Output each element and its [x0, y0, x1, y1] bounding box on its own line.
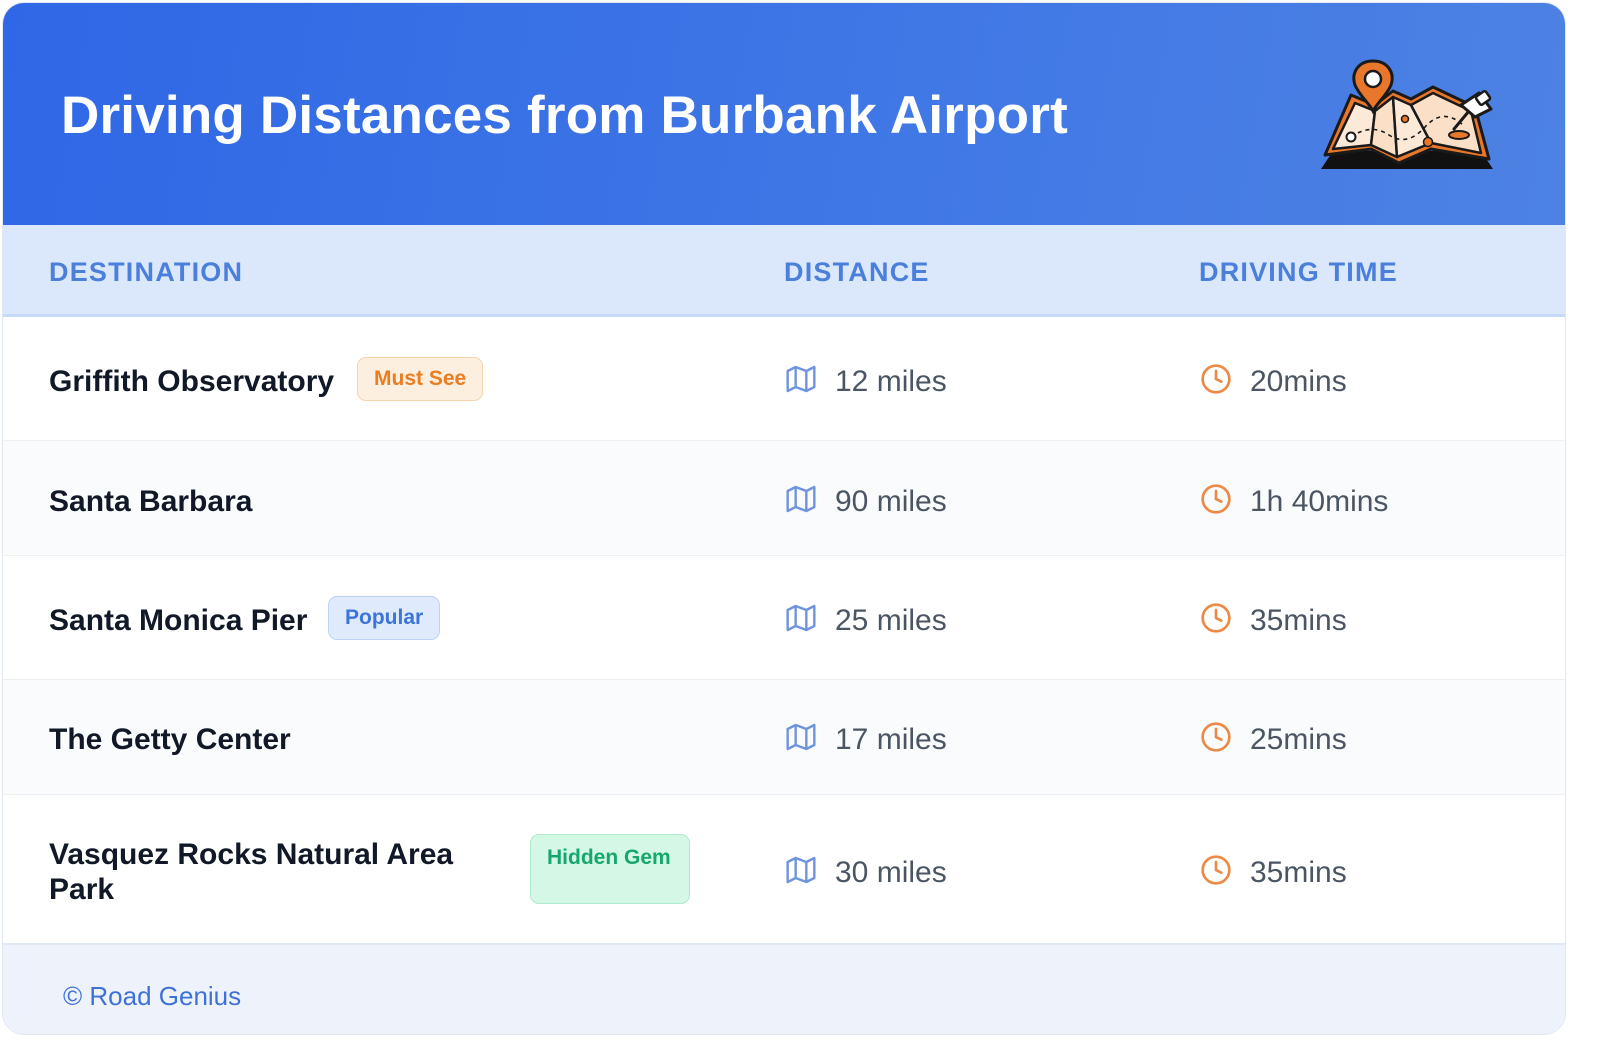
destination-name: Griffith Observatory — [49, 365, 335, 398]
clock-icon — [1201, 722, 1231, 752]
column-header-distance: DISTANCE — [784, 257, 930, 287]
destination-name: Vasquez Rocks Natural Area Park — [49, 838, 454, 906]
clock-icon — [1201, 855, 1231, 885]
table-row: Santa Monica Pier Popular 25 miles 35min… — [3, 556, 1565, 680]
driving-time-value: 1h 40mins — [1250, 485, 1389, 518]
map-icon — [786, 604, 816, 632]
distance-card: Driving Distances from Burbank Airport D… — [2, 2, 1566, 1035]
must-see-badge: Must See — [357, 357, 484, 401]
distance-value: 25 miles — [835, 604, 947, 637]
driving-time-value: 35mins — [1250, 856, 1347, 889]
footer-credit: © Road Genius — [63, 981, 242, 1011]
table-row: Santa Barbara 90 miles 1h 40mins — [3, 441, 1565, 556]
destination-name: Santa Barbara — [49, 485, 253, 518]
table-row: The Getty Center 17 miles 25mins — [3, 680, 1565, 795]
column-header-destination: DESTINATION — [49, 257, 244, 287]
distance-value: 90 miles — [835, 485, 947, 518]
distance-value: 17 miles — [835, 723, 947, 756]
distance-value: 30 miles — [835, 856, 947, 889]
destination-name: Santa Monica Pier — [49, 604, 308, 637]
driving-time-value: 25mins — [1250, 723, 1347, 756]
map-icon — [786, 485, 816, 513]
clock-icon — [1201, 364, 1231, 394]
table-row: Vasquez Rocks Natural Area Park Hidden G… — [3, 795, 1565, 943]
page-title: Driving Distances from Burbank Airport — [61, 86, 1068, 145]
map-with-pins-icon — [1321, 59, 1493, 169]
map-icon — [786, 365, 816, 393]
column-header-driving-time: DRIVING TIME — [1199, 257, 1398, 287]
clock-icon — [1201, 484, 1231, 514]
table-row: Griffith Observatory Must See 12 miles 2… — [3, 317, 1565, 441]
driving-time-value: 35mins — [1250, 604, 1347, 637]
map-icon — [786, 856, 816, 884]
map-icon — [786, 723, 816, 751]
distance-value: 12 miles — [835, 365, 947, 398]
clock-icon — [1201, 603, 1231, 633]
table-header: DESTINATION DISTANCE DRIVING TIME — [3, 225, 1565, 317]
driving-time-value: 20mins — [1250, 365, 1347, 398]
hidden-gem-badge: Hidden Gem — [530, 834, 690, 904]
card-footer: © Road Genius — [3, 943, 1565, 1034]
popular-badge: Popular — [328, 596, 441, 640]
destination-name: The Getty Center — [49, 723, 291, 756]
card-header: Driving Distances from Burbank Airport — [3, 3, 1565, 225]
